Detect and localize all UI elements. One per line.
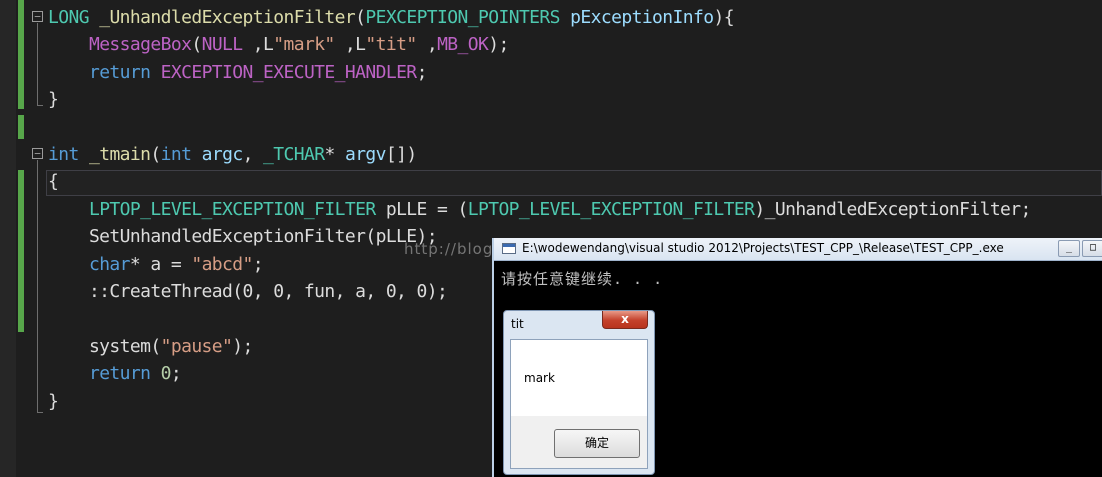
code-token: PEXCEPTION_POINTERS — [365, 7, 560, 28]
code-line[interactable]: { — [48, 168, 59, 195]
code-token: system( — [48, 335, 161, 357]
maximize-button[interactable]: □ — [1082, 240, 1102, 257]
code-token: ; — [252, 253, 264, 275]
code-token: MessageBox — [88, 34, 192, 56]
code-token: ); — [488, 34, 509, 56]
code-line[interactable]: int _tmain(int argc, _TCHAR* argv[]) — [48, 141, 417, 168]
code-token: char — [88, 253, 131, 275]
code-token: ,L — [334, 34, 366, 56]
code-token: EXCEPTION_EXECUTE_HANDLER — [160, 61, 418, 83]
fold-guide-end — [37, 412, 43, 413]
code-line[interactable]: } — [48, 86, 59, 113]
code-token: ; — [170, 363, 182, 385]
code-token: } — [48, 89, 59, 111]
code-token: []) — [385, 144, 417, 165]
code-token: "tit" — [365, 34, 417, 56]
code-token: ::CreateThread(0, 0, fun, a, 0, 0); — [48, 281, 448, 302]
minimize-button[interactable]: _ — [1058, 240, 1080, 257]
change-marker — [18, 0, 24, 109]
dialog-content: mark — [511, 340, 647, 416]
code-token: int — [48, 144, 79, 165]
code-token: NULL — [201, 34, 244, 56]
code-token: "mark" — [273, 34, 335, 56]
dialog-message: mark — [524, 371, 555, 385]
code-line[interactable]: LONG _UnhandledExceptionFilter(PEXCEPTIO… — [48, 4, 735, 31]
code-token: pLLE = ( — [375, 198, 469, 220]
ok-button[interactable]: 确定 — [554, 429, 640, 458]
code-token: * — [324, 144, 345, 165]
code-token: ( — [150, 144, 161, 165]
code-line[interactable]: } — [48, 388, 59, 415]
code-token: _TCHAR — [263, 144, 325, 165]
code-token: _tmain — [88, 144, 151, 165]
message-box-dialog[interactable]: tit x mark 确定 — [503, 310, 655, 475]
fold-guide-end — [37, 105, 43, 106]
code-token: , — [416, 34, 438, 56]
code-token: } — [48, 390, 59, 412]
code-token: return — [88, 363, 151, 385]
fold-guide — [37, 160, 38, 412]
code-token: , — [242, 144, 264, 165]
dialog-body: mark 确定 — [510, 339, 648, 469]
code-token: ; — [416, 61, 428, 83]
code-token: 0 — [160, 363, 172, 385]
code-token: { — [48, 171, 59, 193]
change-marker — [18, 115, 24, 139]
code-token: LONG — [48, 7, 90, 28]
code-line[interactable]: ::CreateThread(0, 0, fun, a, 0, 0); — [48, 278, 448, 305]
code-token: * a = — [129, 253, 192, 275]
code-token: SetUnhandledExceptionFilter(pLLE); — [48, 226, 438, 248]
fold-toggle-icon[interactable]: − — [32, 11, 43, 22]
code-token: LPTOP_LEVEL_EXCEPTION_FILTER — [88, 198, 376, 220]
code-token: _UnhandledExceptionFilter — [99, 7, 356, 28]
code-token: )_UnhandledExceptionFilter; — [754, 198, 1031, 220]
code-line[interactable]: char* a = "abcd"; — [48, 251, 264, 278]
current-line-highlight — [46, 170, 1102, 196]
code-token: pExceptionInfo — [570, 7, 714, 28]
code-token: "abcd" — [191, 253, 253, 275]
editor-gutter — [0, 0, 16, 477]
close-button[interactable]: x — [602, 311, 648, 329]
code-token: ){ — [713, 7, 734, 28]
code-token: "pause" — [160, 335, 233, 357]
code-token: int — [160, 144, 192, 165]
code-line[interactable]: LPTOP_LEVEL_EXCEPTION_FILTER pLLE = (LPT… — [48, 196, 1031, 223]
console-title: E:\wodewendang\visual studio 2012\Projec… — [522, 241, 1004, 255]
code-token: argv — [344, 144, 387, 165]
fold-guide — [37, 23, 38, 105]
dialog-title: tit — [511, 317, 524, 331]
code-token: return — [88, 61, 151, 83]
code-token: MB_OK — [437, 34, 489, 56]
console-app-icon — [502, 243, 516, 254]
code-token: ); — [232, 335, 253, 357]
change-marker — [18, 170, 24, 332]
fold-toggle-icon[interactable]: − — [32, 148, 43, 159]
console-output: 请按任意键继续. . . — [501, 270, 664, 288]
code-line[interactable]: MessageBox(NULL ,L"mark" ,L"tit" ,MB_OK)… — [48, 31, 509, 58]
code-line[interactable]: return 0; — [48, 360, 182, 387]
code-token: ( — [355, 7, 366, 28]
code-line[interactable]: system("pause"); — [48, 333, 253, 360]
console-title-bar[interactable]: E:\wodewendang\visual studio 2012\Projec… — [494, 238, 1102, 261]
code-token: LPTOP_LEVEL_EXCEPTION_FILTER — [467, 198, 755, 220]
code-line[interactable]: return EXCEPTION_EXECUTE_HANDLER; — [48, 59, 427, 86]
code-token: argc — [201, 144, 244, 165]
code-token: ,L — [242, 34, 274, 56]
code-token: ( — [191, 34, 202, 56]
code-line[interactable]: SetUnhandledExceptionFilter(pLLE); — [48, 223, 438, 250]
